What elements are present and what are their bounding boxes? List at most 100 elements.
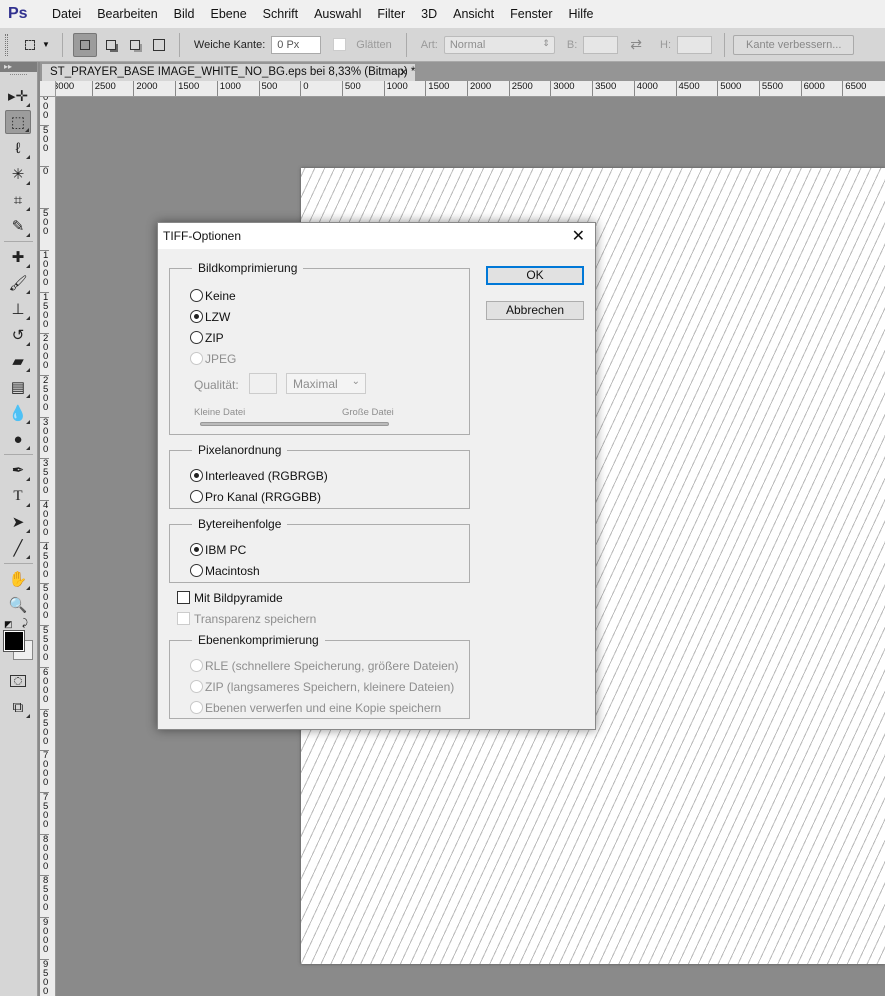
intersect-selection-icon[interactable]: [149, 35, 169, 55]
feather-input[interactable]: [271, 35, 322, 54]
menu-ansicht[interactable]: Ansicht: [445, 7, 502, 21]
style-select[interactable]: Normal ⇕: [443, 35, 555, 54]
new-selection-icon[interactable]: [72, 32, 97, 57]
radio-button[interactable]: [190, 289, 203, 302]
cancel-button[interactable]: Abbrechen: [486, 301, 584, 320]
refine-edge-button[interactable]: Kante verbessern...: [733, 34, 855, 55]
brush-tool-icon[interactable]: 🖌: [5, 271, 31, 295]
ruler-origin[interactable]: [40, 81, 56, 97]
swap-colors-icon[interactable]: ⤸: [22, 618, 28, 629]
quality-input[interactable]: [249, 373, 277, 394]
menu-3d[interactable]: 3D: [413, 7, 445, 21]
quality-select[interactable]: Maximal ⌄: [286, 373, 366, 394]
pyramid-checkbox[interactable]: Mit Bildpyramide: [177, 587, 283, 608]
add-selection-icon[interactable]: [101, 35, 121, 55]
menu-ebene[interactable]: Ebene: [203, 7, 255, 21]
line-tool-icon[interactable]: ╱: [5, 536, 31, 560]
menu-fenster[interactable]: Fenster: [502, 7, 560, 21]
radio-label: Keine: [205, 288, 236, 303]
ruler-label: 5000: [40, 583, 49, 621]
pen-tool-icon[interactable]: ✒: [5, 458, 31, 482]
style-label: Art:: [420, 38, 438, 51]
radio-layer-zip[interactable]: ZIP (langsameres Speichern, kleinere Dat…: [190, 676, 454, 697]
ruler-label: 1500: [40, 291, 49, 329]
vertical-ruler[interactable]: 1000500050010001500200025003000350040004…: [40, 97, 56, 996]
path-selection-tool-icon[interactable]: ➤: [5, 510, 31, 534]
radio-button[interactable]: [190, 469, 203, 482]
radio-button[interactable]: [190, 310, 203, 323]
radio-button[interactable]: [190, 543, 203, 556]
width-label: B:: [566, 38, 578, 51]
radio-discard-layers[interactable]: Ebenen verwerfen und eine Kopie speicher…: [190, 697, 441, 718]
close-icon[interactable]: ✕: [572, 226, 585, 246]
compression-legend: Bildkomprimierung: [198, 261, 298, 275]
menu-schrift[interactable]: Schrift: [255, 7, 306, 21]
menu-hilfe[interactable]: Hilfe: [561, 7, 602, 21]
close-tab-icon[interactable]: ×: [400, 65, 407, 79]
checkbox[interactable]: [177, 591, 190, 604]
ruler-label: 3500: [592, 81, 616, 96]
radio-button[interactable]: [190, 680, 203, 693]
menu-datei[interactable]: Datei: [44, 7, 89, 21]
hand-tool-icon[interactable]: ✋: [5, 567, 31, 591]
radio-lzw[interactable]: LZW: [190, 306, 230, 327]
blur-tool-icon[interactable]: 💧: [5, 401, 31, 425]
move-tool-icon[interactable]: ▸✛: [5, 84, 31, 108]
history-brush-tool-icon[interactable]: ↺: [5, 323, 31, 347]
menu-filter[interactable]: Filter: [369, 7, 413, 21]
radio-ibm-pc[interactable]: IBM PC: [190, 539, 246, 560]
radio-rle[interactable]: RLE (schnellere Speicherung, größere Dat…: [190, 655, 458, 676]
clone-stamp-tool-icon[interactable]: ⊥: [5, 297, 31, 321]
quality-slider[interactable]: [200, 422, 389, 426]
radio-macintosh[interactable]: Macintosh: [190, 560, 260, 581]
marquee-tool-icon[interactable]: ⬚: [5, 110, 31, 134]
radio-keine[interactable]: Keine: [190, 285, 236, 306]
dodge-tool-icon[interactable]: ●: [5, 427, 31, 451]
width-input[interactable]: [583, 35, 619, 54]
eraser-tool-icon[interactable]: ▰: [5, 349, 31, 373]
healing-brush-tool-icon[interactable]: ✚: [5, 245, 31, 269]
menu-bearbeiten[interactable]: Bearbeiten: [89, 7, 165, 21]
chevron-down-icon[interactable]: ▼: [42, 40, 50, 49]
ok-button[interactable]: OK: [486, 266, 584, 285]
menu-auswahl[interactable]: Auswahl: [306, 7, 369, 21]
radio-button[interactable]: [190, 659, 203, 672]
radio-jpeg[interactable]: JPEG: [190, 348, 236, 369]
eyedropper-tool-icon[interactable]: ✎: [5, 214, 31, 238]
radio-interleaved[interactable]: Interleaved (RGBRGB): [190, 465, 328, 486]
radio-button[interactable]: [190, 490, 203, 503]
quick-mask-icon[interactable]: [5, 669, 31, 693]
checkbox[interactable]: [177, 612, 190, 625]
swap-icon[interactable]: ⇄: [630, 36, 642, 53]
gradient-tool-icon[interactable]: ▤: [5, 375, 31, 399]
marquee-preset-icon[interactable]: [20, 35, 40, 55]
default-colors-icon[interactable]: ◩: [4, 619, 13, 630]
lasso-tool-icon[interactable]: ℓ: [5, 136, 31, 160]
radio-per-channel[interactable]: Pro Kanal (RRGGBB): [190, 486, 321, 507]
radio-button[interactable]: [190, 701, 203, 714]
radio-button[interactable]: [190, 352, 203, 365]
options-grip[interactable]: [5, 33, 8, 56]
magic-wand-tool-icon[interactable]: ✳: [5, 162, 31, 186]
foreground-color-swatch[interactable]: [3, 630, 25, 652]
antialias-checkbox[interactable]: [333, 38, 347, 51]
radio-button[interactable]: [190, 564, 203, 577]
divider: [4, 241, 33, 242]
document-tab[interactable]: ST_PRAYER_BASE IMAGE_WHITE_NO_BG.eps bei…: [42, 64, 415, 81]
photoshop-logo: Ps: [8, 5, 28, 22]
zoom-tool-icon[interactable]: 🔍: [5, 593, 31, 617]
crop-tool-icon[interactable]: ⌗: [5, 188, 31, 212]
screen-mode-icon[interactable]: ⧉: [5, 695, 31, 719]
small-file-label: Kleine Datei: [194, 407, 246, 418]
menu-bild[interactable]: Bild: [166, 7, 203, 21]
horizontal-ruler[interactable]: 3000250020001500100050005001000150020002…: [56, 81, 885, 97]
radio-button[interactable]: [190, 331, 203, 344]
panel-grip[interactable]: [10, 74, 27, 82]
subtract-selection-icon[interactable]: [125, 35, 145, 55]
transparency-checkbox[interactable]: Transparenz speichern: [177, 608, 316, 629]
radio-zip[interactable]: ZIP: [190, 327, 224, 348]
ruler-label: 0: [40, 166, 49, 177]
type-tool-icon[interactable]: T: [5, 484, 31, 508]
height-input[interactable]: [677, 35, 712, 54]
collapse-icon[interactable]: ▸▸: [0, 62, 37, 72]
